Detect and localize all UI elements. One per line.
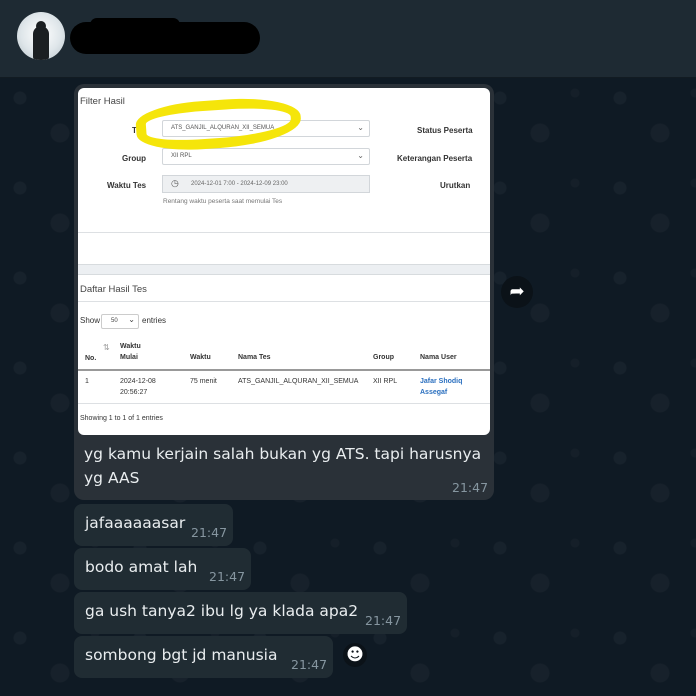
col-nama-user: Nama User [420, 354, 457, 361]
message-time: 21:47 [365, 613, 402, 628]
show-label: Show [80, 316, 101, 325]
group-label: Group [122, 154, 146, 163]
contact-name-redacted[interactable] [70, 18, 260, 54]
divider [78, 232, 490, 233]
entries-select: 50 ⌄ [101, 314, 139, 329]
chevron-down-icon: ⌄ [357, 123, 364, 132]
chevron-down-icon: ⌄ [357, 151, 364, 160]
daftar-title: Daftar Hasil Tes [80, 284, 147, 295]
status-peserta-label: Status Peserta [417, 126, 473, 135]
image-caption: yg kamu kerjain salah bukan yg ATS. tapi… [84, 442, 484, 490]
cell-nama-user-2: Assegaf [420, 389, 448, 396]
cell-waktu-mulai-1: 2024-12-08 [120, 378, 156, 385]
message-text: jafaaaaaasar [85, 514, 186, 532]
message-time: 21:47 [209, 569, 246, 584]
table-footer: Showing 1 to 1 of 1 entries [80, 415, 163, 422]
chat-header [0, 0, 696, 78]
caption-time: 21:47 [452, 480, 489, 495]
cell-no: 1 [85, 378, 89, 385]
message-time: 21:47 [291, 657, 328, 672]
waktu-hint: Rentang waktu peserta saat memulai Tes [163, 198, 283, 205]
avatar-head-shape [36, 21, 46, 31]
filter-title: Filter Hasil [80, 96, 125, 107]
cell-nama-tes: ATS_GANJIL_ALQURAN_XII_SEMUA [238, 378, 359, 385]
message-text: ga ush tanya2 ibu lg ya klada apa2 [85, 602, 359, 620]
message-bubble-2: bodo amat lah 21:47 [74, 548, 251, 590]
message-bubble-3: ga ush tanya2 ibu lg ya klada apa2 21:47 [74, 592, 407, 634]
sort-icon: ⇅ [103, 343, 110, 352]
waktu-tes-input: ◷ 2024-12-01 7:00 - 2024-12-09 23:00 [162, 175, 370, 193]
avatar[interactable] [17, 12, 65, 60]
group-select: XII RPL ⌄ [162, 148, 370, 165]
row-divider [78, 403, 490, 404]
clock-icon: ◷ [171, 178, 179, 188]
message-text: bodo amat lah [85, 558, 198, 576]
col-no: No. [85, 355, 97, 362]
waktu-tes-value: 2024-12-01 7:00 - 2024-12-09 23:00 [191, 181, 288, 187]
message-bubble-4: sombong bgt jd manusia 21:47 [74, 636, 333, 678]
avatar-person-shape [33, 26, 49, 60]
col-waktu-mulai-2: Mulai [120, 354, 138, 361]
forward-icon[interactable]: ➦ [501, 276, 533, 308]
caption-line-2: yg AAS [84, 469, 140, 487]
message-time: 21:47 [191, 525, 228, 540]
message-bubble-1: jafaaaaaasar 21:47 [74, 504, 233, 546]
smiley-icon[interactable]: ☻ [343, 643, 367, 667]
cell-waktu-mulai-2: 20:56:27 [120, 389, 148, 396]
waktu-tes-label: Waktu Tes [107, 181, 147, 190]
col-group: Group [373, 354, 394, 361]
screenshot-image[interactable]: Filter Hasil Tes ATS_GANJIL_ALQURAN_XII_… [78, 88, 490, 435]
keterangan-peserta-label: Keterangan Peserta [397, 154, 473, 163]
divider [78, 301, 490, 302]
panel-separator [78, 264, 490, 275]
col-nama-tes: Nama Tes [238, 354, 271, 361]
cell-waktu: 75 menit [190, 378, 217, 385]
header-divider [78, 369, 490, 371]
cell-group: XII RPL [373, 378, 398, 385]
urutkan-label: Urutkan [440, 181, 471, 190]
entries-label: entries [142, 316, 167, 325]
entries-select-value: 50 [111, 318, 118, 324]
yellow-highlight-circle [134, 94, 303, 154]
group-select-value: XII RPL [171, 153, 192, 159]
cell-nama-user-1: Jafar Shodiq [420, 378, 463, 385]
col-waktu: Waktu [190, 354, 211, 361]
caption-line-1: yg kamu kerjain salah bukan yg ATS. tapi… [84, 445, 482, 463]
chevron-down-icon: ⌄ [128, 315, 135, 324]
image-message-bubble: Filter Hasil Tes ATS_GANJIL_ALQURAN_XII_… [74, 84, 494, 500]
col-waktu-mulai-1: Waktu [120, 343, 141, 350]
message-text: sombong bgt jd manusia [85, 646, 278, 664]
